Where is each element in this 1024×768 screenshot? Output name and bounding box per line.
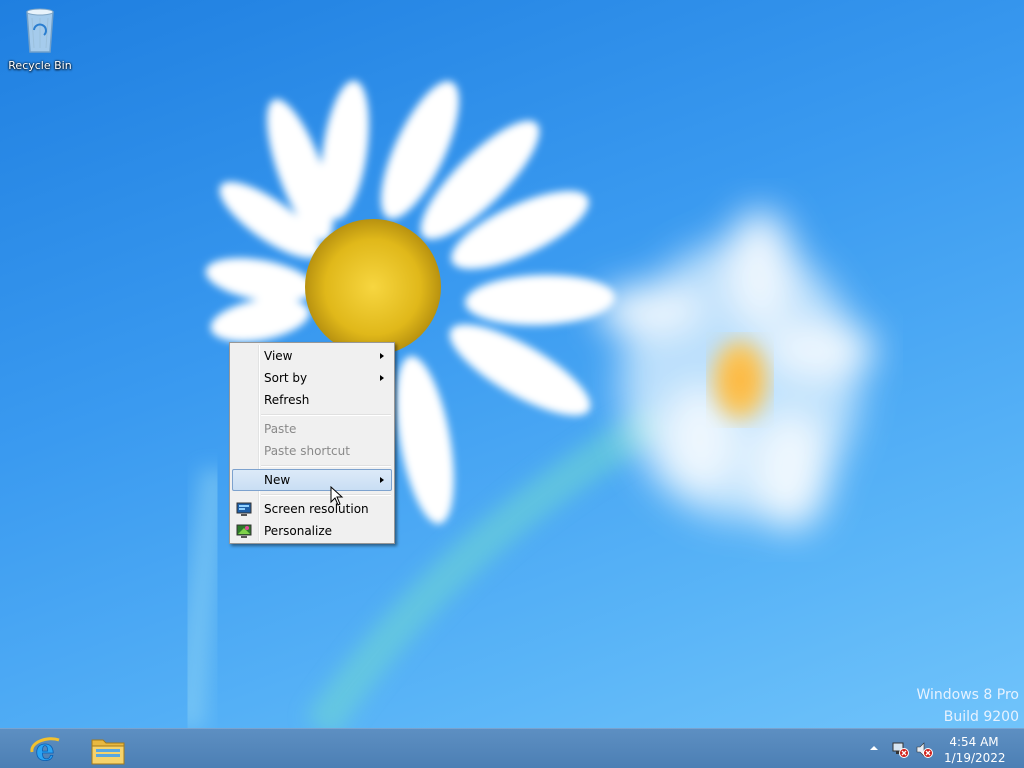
- display-settings-icon: [236, 502, 252, 516]
- chevron-up-icon: [870, 746, 878, 750]
- menu-item-sort-by[interactable]: Sort by: [232, 367, 392, 389]
- file-explorer-icon: [91, 739, 125, 765]
- clock-time: 4:54 AM: [949, 735, 999, 749]
- taskbar: e 4:54 AM 1/19/2022: [0, 728, 1024, 768]
- speaker-icon: [916, 742, 933, 758]
- taskbar-clock[interactable]: 4:54 AM 1/19/2022: [944, 734, 1006, 766]
- volume-muted-icon[interactable]: [916, 741, 933, 758]
- taskbar-file-explorer-button[interactable]: [82, 731, 132, 767]
- os-build-text: Build 9200: [943, 709, 1019, 725]
- wallpaper-flower-image: [176, 80, 875, 728]
- network-icon: [892, 742, 909, 758]
- menu-item-paste: Paste: [232, 418, 392, 440]
- desktop-context-menu: View Sort by Refresh Paste Paste shortcu…: [229, 342, 395, 544]
- os-version-watermark: Windows 8 Pro Build 9200: [916, 684, 1019, 728]
- menu-item-new[interactable]: New: [232, 469, 392, 491]
- menu-item-paste-shortcut-label: Paste shortcut: [264, 444, 350, 458]
- mouse-pointer-icon: [330, 486, 344, 506]
- menu-item-paste-label: Paste: [264, 422, 297, 436]
- menu-separator: [261, 465, 391, 467]
- menu-item-view-label: View: [264, 349, 293, 363]
- submenu-arrow-icon: [380, 477, 384, 483]
- menu-item-paste-shortcut: Paste shortcut: [232, 440, 392, 462]
- menu-item-refresh[interactable]: Refresh: [232, 389, 392, 411]
- show-hidden-icons-arrow[interactable]: [868, 742, 884, 758]
- menu-separator: [261, 494, 391, 496]
- network-disconnected-icon[interactable]: [892, 741, 909, 758]
- clock-date: 1/19/2022: [944, 751, 1006, 765]
- submenu-arrow-icon: [380, 375, 384, 381]
- menu-item-screen-resolution[interactable]: Screen resolution: [232, 498, 392, 520]
- desktop[interactable]: Recycle Bin Windows 8 Pro Build 9200 Vie…: [0, 0, 1024, 728]
- menu-item-personalize-label: Personalize: [264, 524, 333, 538]
- recycle-bin-icon: [26, 8, 54, 53]
- menu-item-personalize[interactable]: Personalize: [232, 520, 392, 542]
- menu-item-sort-by-label: Sort by: [264, 371, 308, 385]
- menu-separator: [261, 414, 391, 416]
- menu-item-refresh-label: Refresh: [264, 393, 310, 407]
- desktop-icon-recycle-bin[interactable]: Recycle Bin: [6, 6, 74, 72]
- recycle-bin-label: Recycle Bin: [8, 59, 72, 72]
- menu-item-new-label: New: [264, 473, 291, 487]
- menu-item-view[interactable]: View: [232, 345, 392, 367]
- os-edition-text: Windows 8 Pro: [916, 687, 1019, 703]
- menu-item-screen-resolution-label: Screen resolution: [264, 502, 369, 516]
- submenu-arrow-icon: [380, 353, 384, 359]
- internet-explorer-icon: e: [30, 733, 60, 766]
- personalize-icon: [236, 524, 252, 538]
- taskbar-internet-explorer-button[interactable]: e: [20, 731, 70, 767]
